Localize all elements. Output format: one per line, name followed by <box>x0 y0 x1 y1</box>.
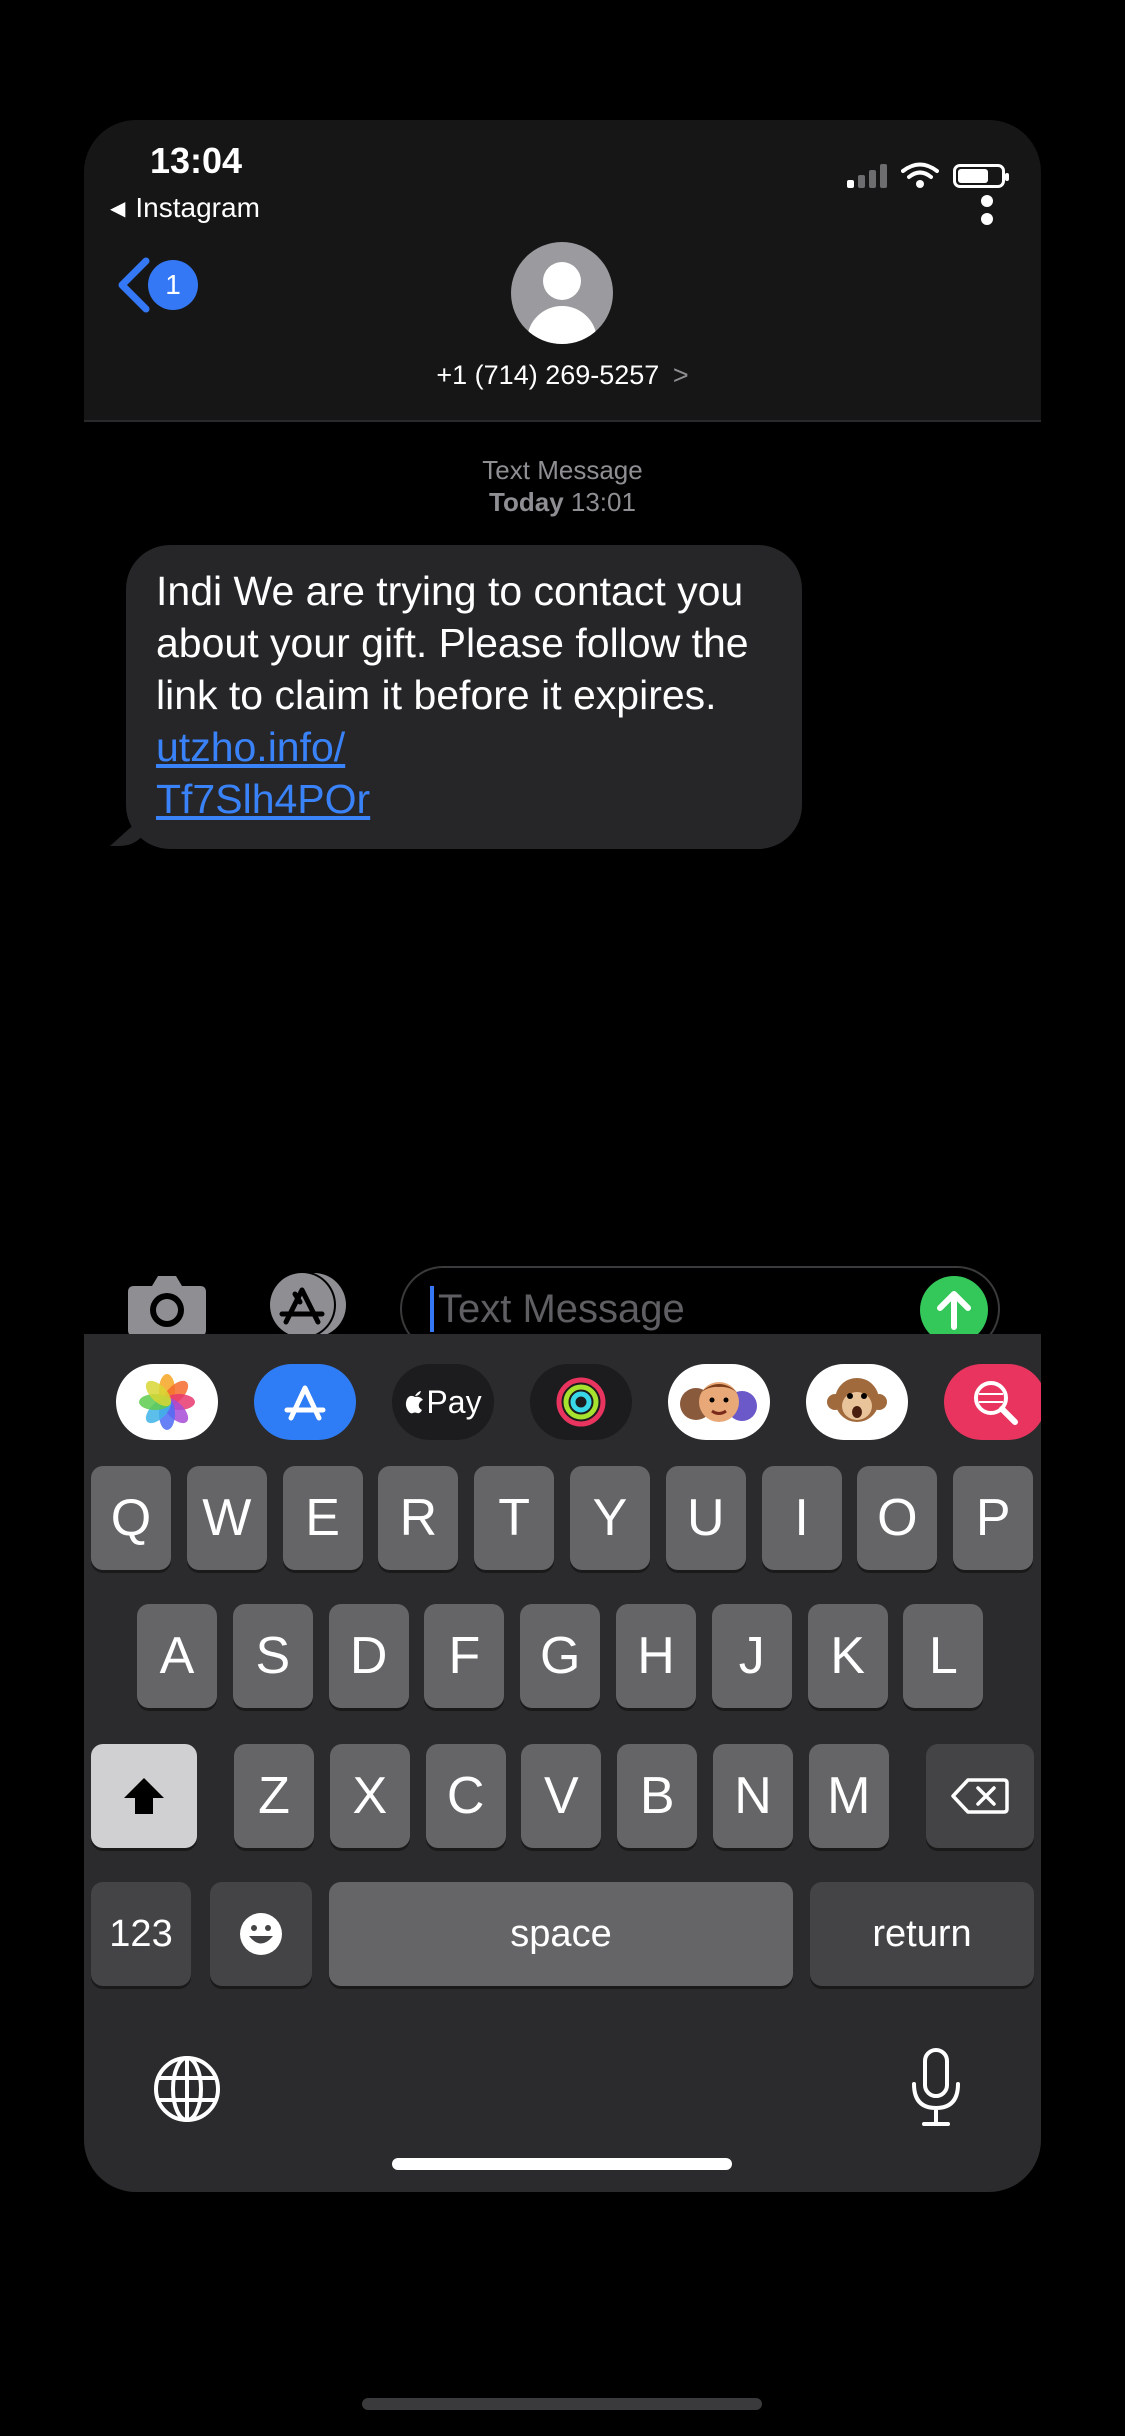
wifi-icon <box>901 162 939 188</box>
signal-icon <box>847 164 887 188</box>
key-s[interactable]: S <box>232 1604 313 1708</box>
key-r[interactable]: R <box>378 1466 459 1570</box>
message-text: Indi We are trying to contact you about … <box>156 568 749 718</box>
key-b[interactable]: B <box>617 1744 698 1848</box>
memoji-app-button[interactable] <box>668 1364 770 1440</box>
search-globe-icon <box>974 1381 1018 1425</box>
app-store-app-button[interactable] <box>254 1364 356 1440</box>
key-d[interactable]: D <box>328 1604 409 1708</box>
app-store-button[interactable] <box>262 1270 352 1340</box>
space-key[interactable]: space <box>329 1882 793 1986</box>
time-label: 13:01 <box>570 487 636 517</box>
backspace-icon <box>951 1778 1009 1814</box>
activity-app-button[interactable] <box>530 1364 632 1440</box>
app-store-icon <box>268 1271 346 1339</box>
shift-key[interactable] <box>91 1744 197 1848</box>
message-placeholder: Text Message <box>438 1286 685 1331</box>
emoji-key[interactable] <box>210 1882 312 1986</box>
unread-badge: 1 <box>148 260 198 310</box>
contact-avatar[interactable] <box>511 242 613 344</box>
key-o[interactable]: O <box>857 1466 938 1570</box>
keyboard: Pay Q W E R T Y U I O P A S D F G H J K … <box>84 1334 1041 2192</box>
key-f[interactable]: F <box>424 1604 505 1708</box>
key-m[interactable]: M <box>808 1744 889 1848</box>
key-x[interactable]: X <box>329 1744 410 1848</box>
emoji-face-icon <box>240 1913 282 1955</box>
back-to-app-link[interactable]: ◀ Instagram <box>110 192 260 224</box>
app-store-a-icon <box>284 1385 326 1421</box>
animoji-app-button[interactable] <box>806 1364 908 1440</box>
key-u[interactable]: U <box>665 1466 746 1570</box>
image-search-app-button[interactable] <box>944 1364 1041 1440</box>
key-a[interactable]: A <box>137 1604 217 1708</box>
microphone-icon[interactable] <box>906 2046 966 2130</box>
apple-pay-button[interactable]: Pay <box>392 1364 494 1440</box>
message-bubble[interactable]: Indi We are trying to contact you about … <box>126 545 802 849</box>
apple-logo-icon <box>406 1391 424 1414</box>
battery-icon <box>953 164 1009 188</box>
key-h[interactable]: H <box>616 1604 696 1708</box>
link-line-1: utzho.info/ <box>156 724 346 770</box>
camera-button[interactable] <box>126 1272 208 1338</box>
message-link[interactable]: utzho.info/Tf7Slh4POr <box>156 724 370 822</box>
service-label: Text Message <box>482 455 643 485</box>
key-v[interactable]: V <box>521 1744 602 1848</box>
back-app-label: Instagram <box>135 192 260 223</box>
link-line-2: Tf7Slh4POr <box>156 776 371 822</box>
monkey-icon <box>827 1378 887 1422</box>
delete-key[interactable] <box>926 1744 1034 1848</box>
shift-icon <box>124 1778 164 1814</box>
key-k[interactable]: K <box>807 1604 888 1708</box>
composer-bar: Text Message <box>84 1230 1041 1352</box>
numbers-key[interactable]: 123 <box>91 1882 191 1986</box>
message-meta: Text Message Today 13:01 <box>84 454 1041 518</box>
imessage-app-strip: Pay <box>84 1334 1041 1454</box>
camera-icon <box>128 1276 206 1336</box>
key-c[interactable]: C <box>425 1744 506 1848</box>
key-y[interactable]: Y <box>570 1466 650 1570</box>
key-w[interactable]: W <box>186 1466 267 1570</box>
key-p[interactable]: P <box>953 1466 1034 1570</box>
photos-app-button[interactable] <box>116 1364 218 1440</box>
key-i[interactable]: I <box>761 1466 842 1570</box>
status-time: 13:04 <box>150 140 243 181</box>
back-button[interactable]: 1 <box>114 255 198 315</box>
apple-pay-label: Pay <box>426 1383 482 1420</box>
photos-icon <box>139 1374 195 1430</box>
text-cursor <box>430 1286 434 1332</box>
more-dots-icon <box>981 195 993 225</box>
key-l[interactable]: L <box>903 1604 984 1708</box>
timestamp: Today 13:01 <box>84 486 1041 518</box>
device-home-indicator <box>362 2398 762 2410</box>
date-label: Today <box>489 487 564 517</box>
contact-chevron-icon: > <box>672 360 689 390</box>
back-triangle-icon: ◀ <box>110 197 126 220</box>
globe-icon[interactable] <box>152 2054 222 2124</box>
memoji-icon <box>680 1382 757 1422</box>
activity-rings-icon <box>556 1377 606 1427</box>
arrow-up-icon <box>937 1291 971 1330</box>
key-z[interactable]: Z <box>234 1744 314 1848</box>
return-key[interactable]: return <box>810 1882 1034 1986</box>
status-icons <box>847 162 1009 190</box>
home-indicator[interactable] <box>392 2158 732 2170</box>
messages-screen: 13:04 ◀ Instagram 1 +1 (714) 269-5257 > … <box>84 120 1041 2192</box>
key-e[interactable]: E <box>282 1466 363 1570</box>
conversation-header: 13:04 ◀ Instagram 1 +1 (714) 269-5257 > <box>84 120 1041 422</box>
key-q[interactable]: Q <box>91 1466 171 1570</box>
contact-name-button[interactable]: +1 (714) 269-5257 > <box>84 360 1041 391</box>
key-g[interactable]: G <box>520 1604 601 1708</box>
contact-number: +1 (714) 269-5257 <box>436 360 660 390</box>
key-j[interactable]: J <box>711 1604 792 1708</box>
key-t[interactable]: T <box>474 1466 555 1570</box>
key-n[interactable]: N <box>713 1744 793 1848</box>
